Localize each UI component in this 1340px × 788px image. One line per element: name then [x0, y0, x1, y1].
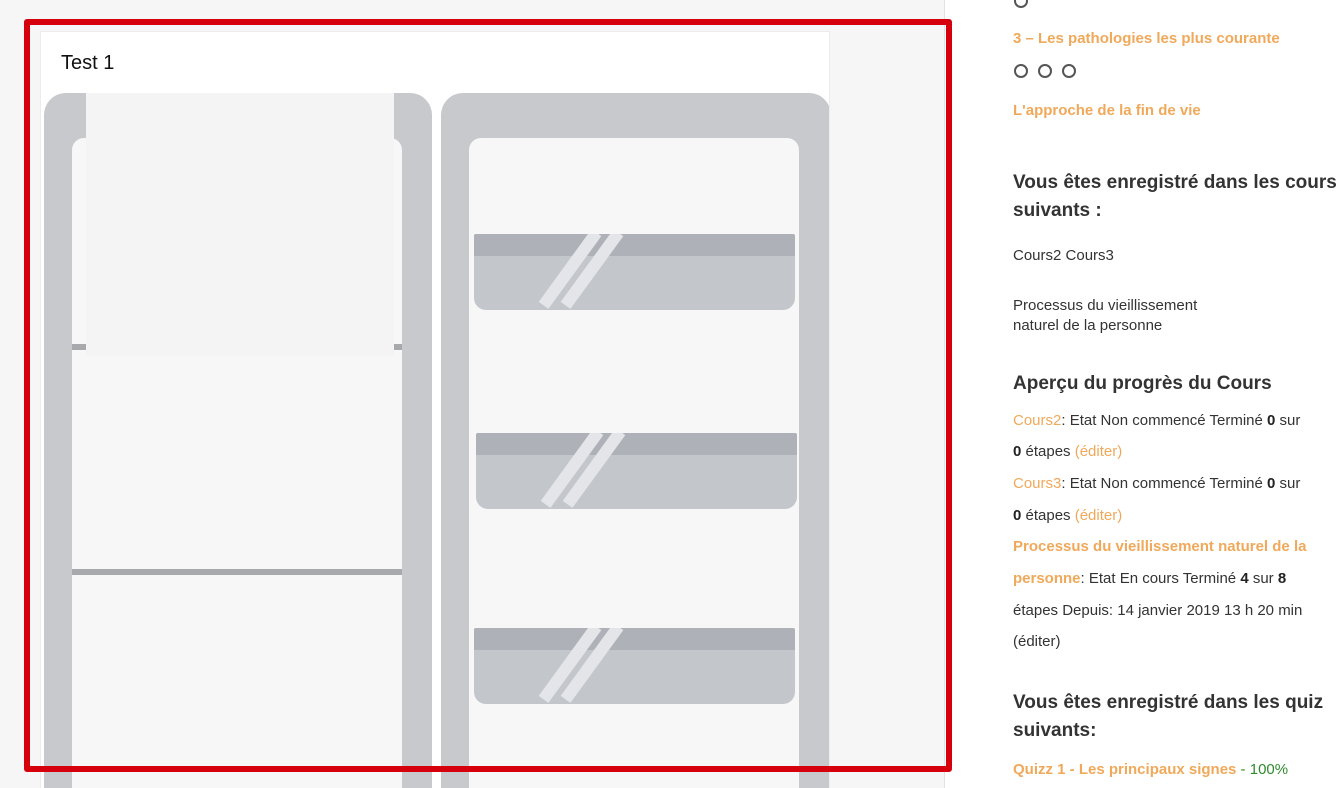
step-circle-icon[interactable]	[1062, 64, 1076, 78]
main-content: Test 1	[0, 0, 945, 788]
progress-row-cours3-steps: 0 étapes (éditer)	[1013, 507, 1123, 524]
progress-row-processus: personne: Etat En cours Terminé 4 sur 8	[1013, 570, 1287, 587]
edit-link[interactable]: (éditer)	[1075, 443, 1123, 460]
course-process-name: Processus du vieillissement naturel de l…	[1013, 297, 1198, 334]
storage-bin	[474, 628, 795, 704]
storage-bin	[476, 433, 797, 509]
step-circles	[1014, 64, 1086, 83]
course-link-processus-cont[interactable]: personne	[1013, 570, 1081, 587]
shelf-rod	[72, 569, 402, 575]
course-link-cours2[interactable]: Cours2	[1013, 412, 1061, 429]
sidebar: 3 – Les pathologies les plus courante L'…	[1013, 0, 1340, 788]
quiz-row: Quizz 1 - Les principaux signes - 100%	[1013, 761, 1289, 778]
lesson-3-link[interactable]: 3 – Les pathologies les plus courante	[1013, 30, 1280, 47]
step-circle-icon	[1014, 0, 1028, 8]
illustration-image	[41, 93, 829, 788]
edit-link[interactable]: (éditer)	[1075, 507, 1123, 524]
courses-heading: Vous êtes enregistré dans les cours suiv…	[1013, 172, 1337, 221]
progress-row-cours2-steps: 0 étapes (éditer)	[1013, 443, 1123, 460]
progress-row-processus-since: étapes Depuis: 14 janvier 2019 13 h 20 m…	[1013, 602, 1303, 619]
quiz-link[interactable]: Quizz 1 - Les principaux signes	[1013, 761, 1236, 778]
quiz-score: 100%	[1249, 761, 1289, 778]
quiz-card: Test 1	[40, 31, 830, 788]
step-circle-icon[interactable]	[1038, 64, 1052, 78]
course-link-processus[interactable]: Processus du vieillissement naturel de l…	[1013, 538, 1306, 555]
courses-list: Cours2 Cours3	[1013, 247, 1114, 264]
end-of-life-link[interactable]: L'approche de la fin de vie	[1013, 102, 1201, 119]
edit-link[interactable]: (éditer)	[1013, 632, 1061, 652]
quiz-heading: Vous êtes enregistré dans les quiz suiva…	[1013, 692, 1324, 741]
progress-heading: Aperçu du progrès du Cours	[1013, 373, 1272, 394]
card-title: Test 1	[61, 52, 115, 74]
progress-row-cours2: Cours2: Etat Non commencé Terminé 0 sur	[1013, 412, 1301, 429]
image-placeholder	[86, 93, 394, 356]
progress-row-cours3: Cours3: Etat Non commencé Terminé 0 sur	[1013, 475, 1301, 492]
storage-bin	[474, 234, 795, 310]
step-circle-icon[interactable]	[1014, 64, 1028, 78]
course-link-cours3[interactable]: Cours3	[1013, 475, 1061, 492]
